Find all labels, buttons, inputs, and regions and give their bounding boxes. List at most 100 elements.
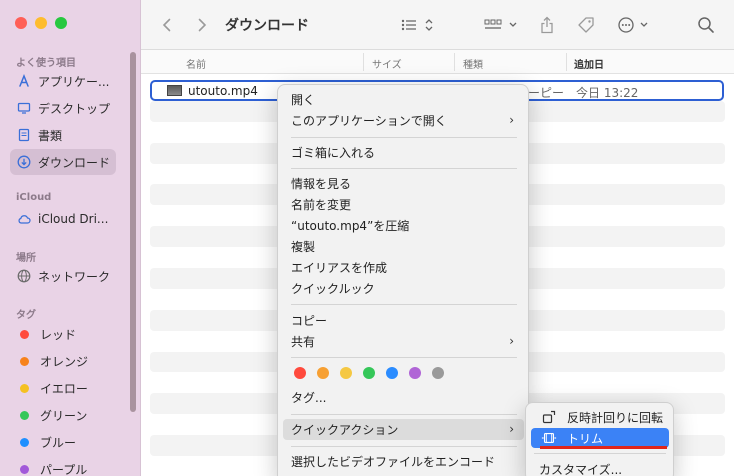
tag-color-picker bbox=[294, 367, 444, 379]
menu-separator bbox=[291, 446, 517, 447]
search-button[interactable] bbox=[695, 13, 717, 37]
tag-color-yellow[interactable] bbox=[340, 367, 352, 379]
column-kind[interactable]: 種類 bbox=[463, 56, 483, 71]
menu-item-quick-actions[interactable]: クイックアクション › bbox=[283, 419, 524, 440]
column-header: 名前 サイズ 種類 追加日 bbox=[141, 50, 734, 74]
share-button[interactable] bbox=[537, 13, 557, 37]
menu-item-share[interactable]: 共有 › bbox=[283, 331, 524, 352]
tag-color-blue[interactable] bbox=[386, 367, 398, 379]
menu-separator bbox=[291, 137, 517, 138]
submenu-item-trim[interactable]: トリム bbox=[531, 428, 669, 448]
column-date-added[interactable]: 追加日 bbox=[574, 56, 604, 71]
sidebar-item-desktop[interactable]: デスクトップ bbox=[10, 95, 116, 121]
sidebar-tag-orange[interactable]: オレンジ bbox=[10, 348, 116, 374]
sidebar-tag-green[interactable]: グリーン bbox=[10, 402, 116, 428]
menu-item-label: このアプリケーションで開く bbox=[291, 114, 447, 128]
file-date-added: 今日 13:22 bbox=[576, 86, 639, 100]
submenu-item-label: カスタマイズ... bbox=[539, 462, 623, 476]
menu-item-label: “utouto.mp4”を圧縮 bbox=[291, 219, 410, 233]
more-actions-button[interactable] bbox=[615, 13, 655, 37]
forward-button[interactable] bbox=[192, 13, 212, 37]
submenu-item-customize[interactable]: カスタマイズ... bbox=[531, 459, 669, 476]
zoom-window-button[interactable] bbox=[55, 17, 67, 29]
sidebar-tag-yellow[interactable]: イエロー bbox=[10, 375, 116, 401]
menu-item-label: 選択したビデオファイルをエンコード bbox=[291, 455, 496, 469]
search-icon bbox=[698, 17, 714, 33]
close-window-button[interactable] bbox=[15, 17, 27, 29]
sidebar-tag-red[interactable]: レッド bbox=[10, 321, 116, 347]
sidebar-item-label: イエロー bbox=[40, 381, 88, 396]
menu-item-tags[interactable]: タグ... bbox=[283, 387, 524, 408]
menu-item-quick-look[interactable]: クイックルック bbox=[283, 278, 524, 299]
sidebar-section-locations: 場所 bbox=[16, 253, 36, 264]
sidebar-item-label: iCloud Dri... bbox=[38, 212, 109, 226]
trim-icon bbox=[541, 431, 557, 445]
ellipsis-circle-icon bbox=[618, 17, 648, 33]
tag-color-dot bbox=[20, 437, 29, 447]
menu-item-make-alias[interactable]: エイリアスを作成 bbox=[283, 257, 524, 278]
submenu-item-label: 反時計回りに回転 bbox=[567, 410, 664, 425]
column-size[interactable]: サイズ bbox=[372, 56, 402, 71]
menu-item-get-info[interactable]: 情報を見る bbox=[283, 173, 524, 194]
minimize-window-button[interactable] bbox=[35, 17, 47, 29]
quick-actions-submenu: 反時計回りに回転 トリム カスタマイズ... bbox=[525, 402, 674, 476]
sidebar-section-icloud: iCloud bbox=[16, 192, 52, 203]
sidebar-item-network[interactable]: ネットワーク bbox=[10, 263, 116, 289]
tag-color-dot bbox=[20, 383, 29, 393]
sidebar-item-label: グリーン bbox=[40, 408, 88, 423]
back-button[interactable] bbox=[157, 13, 177, 37]
tag-color-orange[interactable] bbox=[317, 367, 329, 379]
toolbar: ダウンロード bbox=[141, 0, 734, 50]
tag-color-dot bbox=[20, 329, 29, 339]
menu-item-label: エイリアスを作成 bbox=[291, 261, 388, 275]
menu-item-label: 情報を見る bbox=[291, 177, 352, 191]
menu-item-move-to-trash[interactable]: ゴミ箱に入れる bbox=[283, 142, 524, 163]
chevron-right-icon: › bbox=[509, 334, 514, 348]
sidebar-item-applications[interactable]: アプリケー... bbox=[10, 68, 116, 94]
tag-color-green[interactable] bbox=[363, 367, 375, 379]
sidebar-item-label: ブルー bbox=[40, 435, 77, 450]
sidebar-item-label: アプリケー... bbox=[38, 74, 110, 89]
menu-item-label: 複製 bbox=[291, 240, 316, 254]
menu-item-encode-video[interactable]: 選択したビデオファイルをエンコード bbox=[283, 451, 524, 472]
menu-item-open[interactable]: 開く bbox=[283, 89, 524, 110]
sidebar-item-documents[interactable]: 書類 bbox=[10, 122, 116, 148]
menu-item-label: 名前を変更 bbox=[291, 198, 352, 212]
tag-color-purple[interactable] bbox=[409, 367, 421, 379]
downloads-icon bbox=[17, 155, 31, 169]
tag-color-dot bbox=[20, 464, 29, 474]
video-file-icon bbox=[167, 85, 182, 96]
menu-item-label: コピー bbox=[291, 314, 328, 328]
submenu-item-rotate-left[interactable]: 反時計回りに回転 bbox=[531, 407, 669, 427]
menu-item-label: クイックルック bbox=[291, 282, 375, 296]
tag-button[interactable] bbox=[575, 13, 597, 37]
sidebar-item-icloud-drive[interactable]: iCloud Dri... bbox=[10, 206, 116, 232]
sidebar-scrollbar[interactable] bbox=[130, 52, 136, 412]
chevron-left-icon bbox=[162, 18, 171, 32]
menu-item-open-with[interactable]: このアプリケーションで開く › bbox=[283, 110, 524, 131]
tag-color-red[interactable] bbox=[294, 367, 306, 379]
tag-color-dot bbox=[20, 356, 29, 366]
menu-item-duplicate[interactable]: 複製 bbox=[283, 236, 524, 257]
group-button[interactable] bbox=[481, 13, 521, 37]
menu-item-label: 開く bbox=[291, 93, 316, 107]
sidebar-item-label: レッド bbox=[40, 327, 77, 342]
documents-icon bbox=[17, 128, 31, 142]
sidebar-tag-purple[interactable]: パープル bbox=[10, 456, 116, 476]
sidebar-item-label: ネットワーク bbox=[38, 269, 111, 284]
menu-item-label: ゴミ箱に入れる bbox=[291, 146, 376, 160]
grid-group-icon bbox=[484, 19, 517, 29]
menu-item-rename[interactable]: 名前を変更 bbox=[283, 194, 524, 215]
column-name[interactable]: 名前 bbox=[186, 56, 206, 71]
sidebar-item-downloads[interactable]: ダウンロード bbox=[10, 149, 116, 175]
network-icon bbox=[17, 269, 31, 283]
menu-item-copy[interactable]: コピー bbox=[283, 310, 524, 331]
tag-color-gray[interactable] bbox=[432, 367, 444, 379]
menu-item-compress[interactable]: “utouto.mp4”を圧縮 bbox=[283, 215, 524, 236]
sidebar-item-label: オレンジ bbox=[40, 354, 89, 369]
menu-item-label: タグ... bbox=[291, 391, 327, 405]
list-view-icon bbox=[401, 19, 433, 31]
sidebar-tag-blue[interactable]: ブルー bbox=[10, 429, 116, 455]
view-mode-button[interactable] bbox=[397, 13, 437, 37]
chevron-right-icon: › bbox=[509, 422, 514, 436]
